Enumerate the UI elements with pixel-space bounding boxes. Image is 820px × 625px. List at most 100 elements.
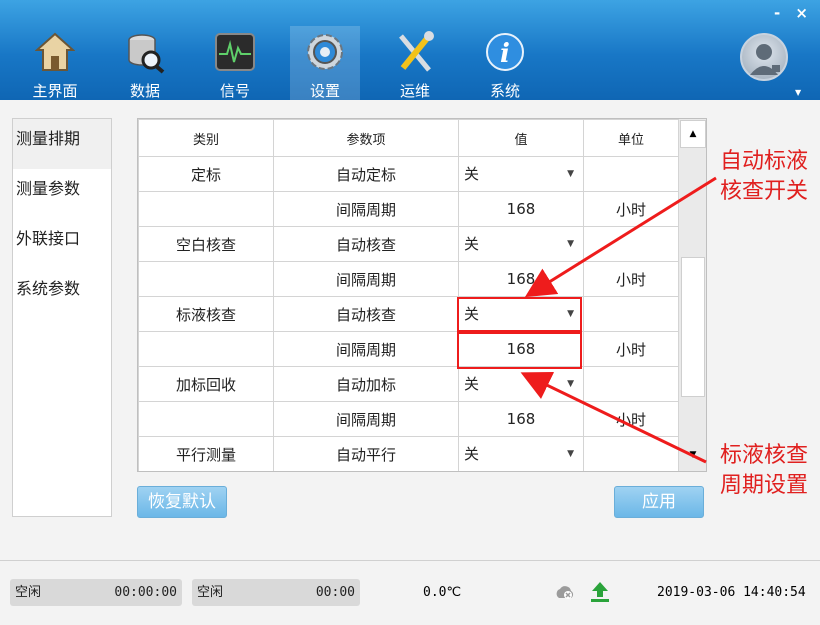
value-input[interactable]: 168 <box>458 191 584 227</box>
nav-signal[interactable]: 信号 <box>200 26 270 100</box>
nav-settings[interactable]: 设置 <box>290 26 360 100</box>
annotation-line: 标液核查 <box>719 443 808 468</box>
gear-icon <box>307 34 343 70</box>
minimize-button[interactable]: - <box>774 4 780 22</box>
dropdown-selected-value: 关 <box>464 164 480 183</box>
cell-category <box>138 401 274 437</box>
cell-unit <box>583 366 679 402</box>
cell-param: 间隔周期 <box>273 401 459 437</box>
nav-data[interactable]: 数据 <box>110 26 180 100</box>
cell-category <box>138 191 274 227</box>
cell-param: 自动平行 <box>273 436 459 471</box>
temperature-readout: 0.0℃ <box>423 585 462 600</box>
dropdown-selected-value: 关 <box>464 234 480 253</box>
cell-category: 空白核查 <box>138 226 274 262</box>
nav-system[interactable]: i 系统 <box>470 26 540 100</box>
sidebar-item-system-params[interactable]: 系统参数 <box>13 269 111 319</box>
dropdown-selected-value: 关 <box>464 444 480 463</box>
cell-unit <box>583 226 679 262</box>
cell-unit: 小时 <box>583 331 679 367</box>
annotation-line: 自动标液 <box>719 149 808 174</box>
nav-home[interactable]: 主界面 <box>20 26 90 100</box>
scroll-down-icon[interactable]: ▼ <box>680 442 706 470</box>
datetime-readout: 2019-03-06 14:40:54 <box>657 585 806 600</box>
top-navigation-bar: - × 主界面 数据 信号 设置 运维 i 系统 ▼ <box>0 0 820 100</box>
table-row: 间隔周期 168 小时 <box>138 261 679 297</box>
value-dropdown[interactable]: 关 ▼ <box>460 227 582 261</box>
cell-unit <box>583 296 679 332</box>
cell-param: 间隔周期 <box>273 191 459 227</box>
sidebar-item-schedule[interactable]: 测量排期 <box>13 119 111 169</box>
nav-label: 信号 <box>219 82 250 100</box>
nav-label: 数据 <box>129 82 160 100</box>
value-dropdown[interactable]: 关 ▼ <box>460 437 582 471</box>
table-scrollbar[interactable]: ▲ ▼ <box>678 119 706 471</box>
status-bar: 空闲 00:00:00 空闲 00:00 0.0℃ 2019-03-06 14:… <box>0 560 820 625</box>
home-icon <box>35 32 75 71</box>
annotation-toggle-note: 自动标液 核查开关 <box>712 147 816 207</box>
value-input[interactable]: 168 <box>458 261 584 297</box>
annotation-line: 核查开关 <box>719 179 808 204</box>
sidebar-item-external-interface[interactable]: 外联接口 <box>13 219 111 269</box>
value-dropdown[interactable]: 关 ▼ <box>460 157 582 191</box>
chevron-down-icon[interactable]: ▼ <box>567 438 574 471</box>
cell-category: 加标回收 <box>138 366 274 402</box>
restore-defaults-button[interactable]: 恢复默认 <box>137 486 227 518</box>
status-state: 空闲 <box>15 585 42 600</box>
settings-sidebar: 测量排期 测量参数 外联接口 系统参数 <box>12 118 112 517</box>
table-row: 间隔周期 168 小时 <box>138 331 679 367</box>
chevron-down-icon[interactable]: ▼ <box>567 228 574 261</box>
cell-category <box>138 261 274 297</box>
status-state: 空闲 <box>197 585 224 600</box>
scroll-thumb[interactable] <box>681 257 705 397</box>
column-header-value: 值 <box>458 119 584 157</box>
chevron-down-icon[interactable]: ▼ <box>567 368 574 401</box>
table-row: 平行测量 自动平行关 ▼ <box>138 436 679 471</box>
cell-param: 自动定标 <box>273 156 459 192</box>
cell-value: 关 ▼ <box>458 366 584 402</box>
table-header-row: 类别 参数项 值 单位 <box>138 119 679 157</box>
cell-param: 自动加标 <box>273 366 459 402</box>
nav-label: 运维 <box>399 82 430 100</box>
table-body: 定标 自动定标关 ▼ 间隔周期 168 小时 空白核查 自动核查关 ▼ 间隔周期 168 小时 标液核查… <box>138 156 679 471</box>
nav-label: 主界面 <box>32 82 78 100</box>
value-input[interactable]: 168 <box>458 401 584 437</box>
value-dropdown[interactable]: 关 ▼ <box>460 367 582 401</box>
cell-unit: 小时 <box>583 261 679 297</box>
user-avatar-icon[interactable] <box>740 33 788 81</box>
apply-button[interactable]: 应用 <box>614 486 704 518</box>
info-icon: i <box>486 33 524 71</box>
nav-label: 设置 <box>309 82 340 100</box>
user-silhouette-icon <box>750 44 780 75</box>
svg-text:i: i <box>500 39 510 69</box>
cell-param: 间隔周期 <box>273 331 459 367</box>
highlight-box-period <box>457 332 582 369</box>
scroll-up-icon[interactable]: ▲ <box>680 120 706 148</box>
cell-value: 关 ▼ <box>458 436 584 471</box>
dropdown-selected-value: 关 <box>464 374 480 393</box>
sidebar-item-measure-params[interactable]: 测量参数 <box>13 169 111 219</box>
status-time: 00:00:00 <box>114 585 177 600</box>
cloud-disconnected-icon <box>556 586 574 599</box>
table-row: 加标回收 自动加标关 ▼ <box>138 366 679 402</box>
table-row: 标液核查 自动核查关 ▼ <box>138 296 679 332</box>
cell-category <box>138 331 274 367</box>
annotation-period-note: 标液核查 周期设置 <box>712 441 816 501</box>
nav-maintenance[interactable]: 运维 <box>380 26 450 100</box>
status-slot-1: 空闲 00:00:00 <box>10 579 182 606</box>
upload-icon <box>591 582 609 602</box>
table-row: 间隔周期 168 小时 <box>138 401 679 437</box>
cell-unit: 小时 <box>583 401 679 437</box>
close-button[interactable]: × <box>795 4 808 22</box>
schedule-table: 类别 参数项 值 单位 定标 自动定标关 ▼ 间隔周期 168 小时 空白核查 自动核查关 ▼ 间… <box>137 118 707 472</box>
chevron-down-icon[interactable]: ▼ <box>567 158 574 191</box>
cell-category: 平行测量 <box>138 436 274 471</box>
cell-param: 自动核查 <box>273 296 459 332</box>
tools-icon <box>399 31 434 72</box>
header-caret-icon[interactable]: ▼ <box>795 88 801 97</box>
cell-unit <box>583 156 679 192</box>
cell-value: 关 ▼ <box>458 226 584 262</box>
cell-param: 自动核查 <box>273 226 459 262</box>
cell-param: 间隔周期 <box>273 261 459 297</box>
database-search-icon <box>128 34 165 74</box>
